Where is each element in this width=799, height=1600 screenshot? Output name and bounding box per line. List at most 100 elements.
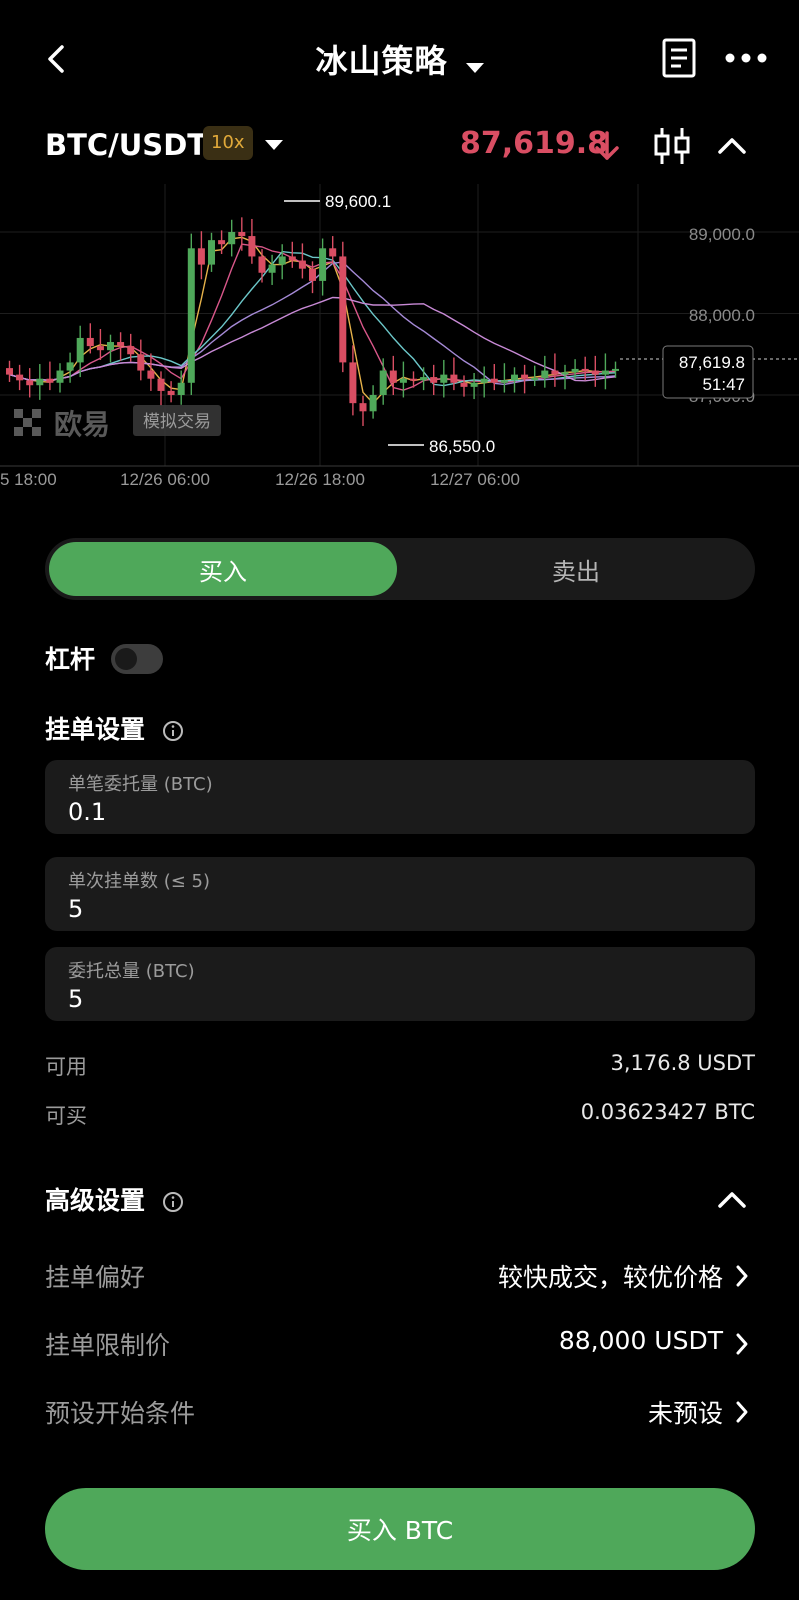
available-row: 可用 3,176.8 USDT (45, 1051, 755, 1081)
candle-body (369, 395, 377, 412)
candle-body (26, 380, 34, 386)
advanced-settings-title[interactable]: 高级设置 (45, 1181, 184, 1217)
candle-body (399, 378, 407, 383)
total-amount-input[interactable]: 5 (68, 985, 83, 1013)
candle-body (288, 256, 296, 261)
candle-body (177, 382, 185, 395)
candle-body (349, 362, 357, 404)
candle-body (66, 362, 74, 371)
watermark-brand: 欧易 (54, 408, 110, 441)
leverage-label: 杠杆 (45, 645, 96, 674)
tab-sell[interactable]: 卖出 (401, 542, 751, 596)
order-size-field[interactable]: 单笔委托量 (BTC) 0.1 (45, 760, 755, 834)
limit-price-row[interactable]: 挂单限制价 88,000 USDT (45, 1324, 755, 1364)
order-count-label: 单次挂单数 (≤ 5) (68, 871, 211, 892)
candle-body (298, 260, 306, 269)
candle-body (490, 378, 498, 383)
candle-body (238, 232, 246, 237)
leverage-row: 杠杆 (45, 640, 163, 676)
start-condition-label: 预设开始条件 (45, 1399, 196, 1428)
toggle-knob (115, 648, 137, 670)
candle-body (6, 368, 13, 375)
candle-body (107, 342, 114, 351)
candle-body (531, 377, 539, 380)
total-amount-label: 委托总量 (BTC) (68, 961, 195, 982)
candle-body (96, 346, 104, 351)
candle-body (197, 248, 205, 265)
available-label: 可用 (45, 1055, 87, 1079)
chart-low-label: 86,550.0 (429, 437, 495, 456)
side-switch: 买入 卖出 (45, 538, 755, 600)
x-tick-label: 12/26 06:00 (120, 470, 210, 489)
candle-body (228, 232, 236, 245)
candle-body (571, 368, 579, 373)
candle-body (379, 370, 387, 395)
available-value: 3,176.8 USDT (610, 1051, 755, 1075)
candle-countdown: 51:47 (702, 375, 745, 394)
total-amount-field[interactable]: 委托总量 (BTC) 5 (45, 947, 755, 1021)
candle-body (46, 378, 54, 383)
orders-document-icon[interactable] (662, 38, 696, 78)
advanced-settings-label: 高级设置 (45, 1186, 146, 1215)
candle-body (208, 240, 215, 265)
y-tick-label: 88,000.0 (689, 306, 755, 325)
x-tick-label: 5 18:00 (0, 470, 57, 489)
pair-selector[interactable]: BTC/USDT (45, 128, 207, 162)
info-icon[interactable] (162, 1191, 184, 1213)
candle-body (319, 248, 327, 281)
limit-price-value: 88,000 USDT (558, 1326, 723, 1355)
limit-price-label: 挂单限制价 (45, 1331, 171, 1360)
candle-body (218, 240, 226, 245)
tab-buy[interactable]: 买入 (49, 542, 397, 596)
candle-body (157, 378, 165, 391)
order-size-input[interactable]: 0.1 (68, 798, 106, 826)
okx-logo-watermark: 欧易 (14, 408, 110, 441)
chevron-right-icon (736, 1333, 748, 1355)
candle-body (76, 337, 84, 363)
candle-body (591, 370, 599, 375)
caret-down-icon[interactable] (265, 140, 283, 150)
top-bar: 冰山策略 (0, 0, 799, 118)
current-price-marker: 87,619.8 (679, 353, 745, 372)
chevron-up-icon[interactable] (716, 1188, 748, 1210)
candle-body (147, 370, 155, 379)
candle-body (268, 264, 276, 273)
price-chart[interactable]: 89,000.0 88,000.0 87,000.0 5 18:00 12/26… (0, 184, 799, 496)
candlestick-icon[interactable] (652, 126, 692, 166)
candle-body (258, 256, 266, 273)
order-preference-value: 较快成交，较优价格 (497, 1263, 723, 1292)
candle-body (117, 342, 125, 347)
pair-row: BTC/USDT 10x 87,619.8 (0, 118, 799, 184)
candle-body (500, 380, 508, 383)
candle-body (460, 382, 468, 387)
candle-body (127, 346, 135, 355)
buy-btc-button[interactable]: 买入 BTC (45, 1488, 755, 1570)
candle-body (389, 370, 397, 383)
order-count-input[interactable]: 5 (68, 895, 83, 923)
candle-body (480, 378, 488, 383)
candle-body (561, 372, 569, 375)
order-count-field[interactable]: 单次挂单数 (≤ 5) 5 (45, 857, 755, 931)
chevron-up-icon[interactable] (716, 134, 748, 156)
candle-body (420, 377, 428, 381)
candle-body (36, 378, 44, 386)
candle-body (278, 256, 286, 265)
candle-body (167, 390, 175, 395)
buyable-row: 可买 0.03623427 BTC (45, 1100, 755, 1130)
leverage-toggle[interactable] (111, 644, 163, 674)
candle-body (440, 374, 448, 383)
chevron-right-icon (736, 1401, 748, 1423)
arrow-down-icon (595, 131, 619, 160)
x-tick-label: 12/26 18:00 (275, 470, 365, 489)
candle-body (511, 374, 518, 381)
candle-body (56, 370, 64, 383)
info-icon[interactable] (162, 720, 184, 742)
order-settings-title: 挂单设置 (45, 710, 184, 746)
more-icon[interactable] (724, 50, 768, 66)
leverage-badge: 10x (203, 126, 253, 160)
order-preference-row[interactable]: 挂单偏好 较快成交，较优价格 (45, 1256, 755, 1296)
start-condition-row[interactable]: 预设开始条件 未预设 (45, 1392, 755, 1432)
buyable-label: 可买 (45, 1104, 87, 1128)
order-settings-label: 挂单设置 (45, 715, 146, 744)
start-condition-value: 未预设 (647, 1399, 723, 1428)
